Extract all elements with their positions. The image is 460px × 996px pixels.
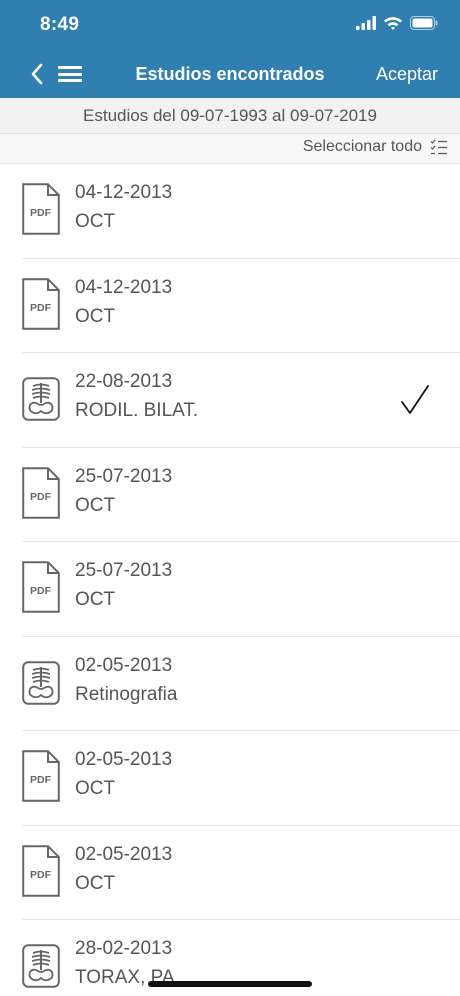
study-date: 02-05-2013 bbox=[75, 749, 173, 770]
study-date: 25-07-2013 bbox=[75, 465, 173, 487]
study-date: 02-05-2013 bbox=[75, 843, 173, 865]
status-icons bbox=[356, 14, 438, 36]
select-all-label: Seleccionar todo bbox=[302, 138, 422, 155]
battery-icon bbox=[410, 15, 438, 35]
pdf-icon: PDF bbox=[22, 466, 60, 519]
study-date: 22-08-2013 bbox=[75, 371, 173, 392]
checklist-icon bbox=[430, 139, 447, 155]
study-date: 02-05-2013 bbox=[75, 654, 173, 676]
accept-button[interactable]: Aceptar bbox=[376, 64, 438, 85]
top-bar: 8:49 Estudios encontrados Aceptar bbox=[0, 0, 460, 98]
xray-icon bbox=[22, 944, 60, 988]
select-all-row: Seleccionar todo bbox=[0, 134, 460, 164]
study-row[interactable]: PDF 02-05-2013 OCT bbox=[0, 731, 460, 826]
pdf-label: PDF bbox=[30, 207, 52, 219]
study-date: 04-12-2013 bbox=[75, 182, 173, 203]
pdf-label: PDF bbox=[30, 869, 52, 881]
pdf-icon: PDF bbox=[22, 844, 60, 897]
date-range-banner: Estudios del 09-07-1993 al 09-07-2019 bbox=[0, 98, 460, 134]
status-time: 8:49 bbox=[40, 14, 80, 35]
studies-list: PDF 04-12-2013 OCT PDF 04-12-2013 OCT 22-0… bbox=[0, 164, 460, 996]
study-row[interactable]: PDF 04-12-2013 OCT bbox=[0, 259, 460, 354]
study-date: 04-12-2013 bbox=[75, 276, 173, 298]
study-type: OCT bbox=[75, 872, 116, 894]
study-row[interactable]: 02-05-2013 Retinografia bbox=[0, 637, 460, 732]
checkmark-icon bbox=[401, 385, 429, 414]
signal-icon bbox=[356, 15, 376, 35]
study-row[interactable]: PDF 04-12-2013 OCT bbox=[0, 164, 460, 259]
pdf-icon: PDF bbox=[22, 183, 60, 235]
study-type: RODIL. BILAT. bbox=[75, 400, 199, 421]
study-type: OCT bbox=[75, 589, 116, 610]
navigation-bar: Estudios encontrados Aceptar bbox=[0, 50, 460, 98]
study-row[interactable]: PDF 25-07-2013 OCT bbox=[0, 542, 460, 637]
pdf-icon: PDF bbox=[22, 277, 60, 330]
xray-icon bbox=[22, 377, 60, 421]
pdf-label: PDF bbox=[30, 491, 52, 503]
study-row[interactable]: PDF 02-05-2013 OCT bbox=[0, 826, 460, 921]
study-row[interactable]: PDF 25-07-2013 OCT bbox=[0, 448, 460, 543]
pdf-label: PDF bbox=[30, 774, 52, 786]
study-type: Retinografia bbox=[75, 683, 178, 705]
wifi-icon bbox=[383, 16, 403, 35]
home-indicator bbox=[148, 981, 312, 987]
study-row[interactable]: 22-08-2013 RODIL. BILAT. bbox=[0, 353, 460, 448]
pdf-icon: PDF bbox=[22, 750, 60, 802]
study-type: OCT bbox=[75, 494, 116, 516]
study-date: 25-07-2013 bbox=[75, 560, 173, 581]
study-date: 28-02-2013 bbox=[75, 938, 173, 959]
pdf-label: PDF bbox=[30, 302, 52, 314]
study-type: OCT bbox=[75, 305, 116, 327]
study-type: OCT bbox=[75, 778, 116, 799]
pdf-icon: PDF bbox=[22, 561, 60, 613]
date-range-text: Estudios del 09-07-1993 al 09-07-2019 bbox=[83, 105, 377, 125]
pdf-label: PDF bbox=[30, 585, 52, 597]
xray-icon bbox=[22, 660, 60, 705]
study-type: OCT bbox=[75, 211, 116, 232]
select-all-button[interactable]: Seleccionar todo bbox=[303, 138, 448, 156]
